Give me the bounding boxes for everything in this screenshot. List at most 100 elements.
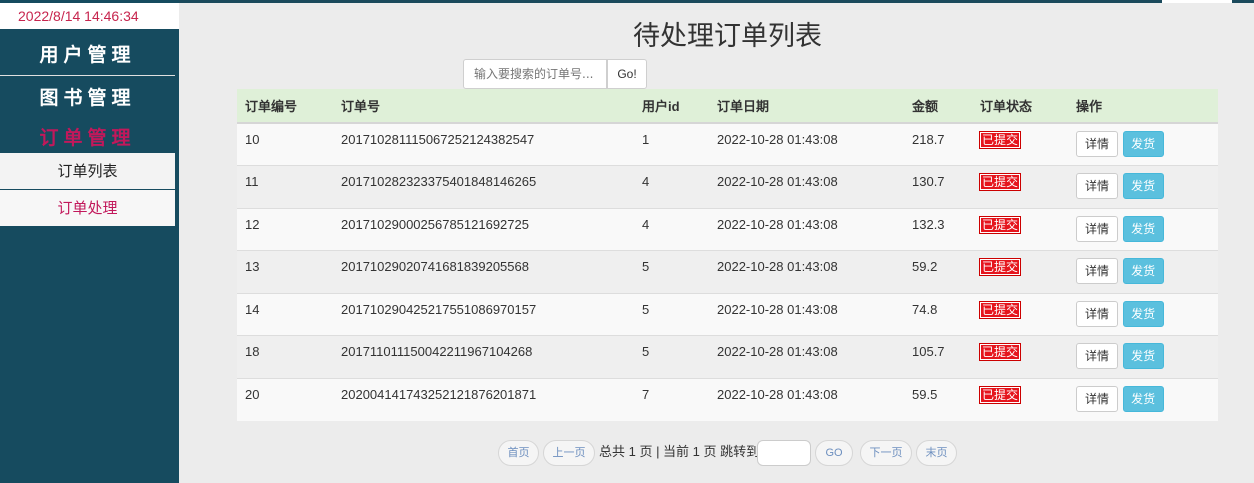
- cell-status: 已提交: [972, 335, 1068, 378]
- cell-order-id: 12: [237, 207, 333, 251]
- cell-order-id: 20: [237, 377, 333, 421]
- cell-order-id: 18: [237, 335, 333, 378]
- status-badge: 已提交: [978, 385, 1022, 404]
- cell-user-id: 1: [634, 122, 709, 166]
- ship-button[interactable]: 发货: [1122, 343, 1164, 369]
- cell-amount: 59.2: [904, 250, 972, 293]
- submenu-order-list[interactable]: 订单列表: [0, 153, 175, 189]
- status-badge: 已提交: [978, 173, 1022, 191]
- detail-button[interactable]: 详情: [1076, 300, 1118, 327]
- menu-order-management[interactable]: 订单管理: [0, 123, 175, 150]
- cell-order-id: 10: [237, 122, 333, 166]
- jump-page-input[interactable]: [757, 440, 811, 466]
- menu-user-management[interactable]: 用户管理: [0, 40, 175, 67]
- cell-amount: 105.7: [904, 335, 972, 378]
- cell-amount: 218.7: [904, 122, 972, 166]
- header-order-number: 订单号: [333, 89, 634, 124]
- cell-status: 已提交: [972, 250, 1068, 293]
- status-badge: 已提交: [978, 258, 1022, 276]
- page-title: 待处理订单列表: [633, 21, 822, 52]
- header-actions: 操作: [1068, 89, 1218, 124]
- header-status: 订单状态: [972, 89, 1068, 124]
- cell-actions: 详情 发货: [1068, 250, 1218, 293]
- cell-status: 已提交: [972, 122, 1068, 166]
- ship-button[interactable]: 发货: [1122, 173, 1164, 199]
- detail-button[interactable]: 详情: [1076, 173, 1118, 199]
- table-row: 12 20171029000256785121692725 4 2022-10-28 …: [237, 207, 1218, 251]
- table-row: 13 20171029020741681839205568 5 2022-10-28 …: [237, 250, 1218, 293]
- cell-order-number: 20171029000256785121692725: [333, 207, 634, 251]
- cell-order-date: 2022-10-28 01:43:08: [709, 207, 904, 251]
- table-row: 11 201710282323375401848146265 4 2022-10-28…: [237, 165, 1218, 208]
- header-order-date: 订单日期: [709, 89, 904, 124]
- detail-button[interactable]: 详情: [1076, 343, 1118, 369]
- search-go-button[interactable]: Go!: [607, 59, 647, 89]
- clock: 2022/8/14 14:46:34: [0, 3, 179, 29]
- detail-button[interactable]: 详情: [1076, 215, 1118, 242]
- prev-page-button[interactable]: 上一页: [543, 440, 595, 466]
- table-header-row: 订单编号 订单号 用户id 订单日期 金额 订单状态 操作: [237, 89, 1218, 124]
- top-border: [0, 0, 1254, 3]
- cell-amount: 130.7: [904, 165, 972, 208]
- cell-order-date: 2022-10-28 01:43:08: [709, 165, 904, 208]
- cell-actions: 详情 发货: [1068, 292, 1218, 336]
- cell-order-number: 202004141743252121876201871: [333, 377, 634, 421]
- submenu-order-processing[interactable]: 订单处理: [0, 190, 175, 226]
- cell-order-number: 201710281115067252124382547: [333, 122, 634, 166]
- menu-book-management[interactable]: 图书管理: [0, 83, 175, 110]
- cell-status: 已提交: [972, 165, 1068, 208]
- table-row: 18 201711011150042211967104268 5 2022-10-28…: [237, 335, 1218, 378]
- cell-order-id: 14: [237, 292, 333, 336]
- last-page-button[interactable]: 末页: [916, 440, 957, 466]
- cell-actions: 详情 发货: [1068, 165, 1218, 208]
- cell-user-id: 4: [634, 207, 709, 251]
- status-badge: 已提交: [978, 300, 1022, 319]
- header-user-id: 用户id: [634, 89, 709, 124]
- ship-button[interactable]: 发货: [1122, 131, 1164, 157]
- cell-status: 已提交: [972, 207, 1068, 251]
- cell-user-id: 5: [634, 335, 709, 378]
- ship-button[interactable]: 发货: [1122, 215, 1164, 242]
- sidebar: 2022/8/14 14:46:34 用户管理 图书管理 订单管理 订单列表 订…: [0, 0, 179, 483]
- detail-button[interactable]: 详情: [1076, 131, 1118, 157]
- cell-order-date: 2022-10-28 01:43:08: [709, 292, 904, 336]
- cell-order-number: 201711011150042211967104268: [333, 335, 634, 378]
- cell-order-date: 2022-10-28 01:43:08: [709, 122, 904, 166]
- cell-status: 已提交: [972, 377, 1068, 421]
- status-badge: 已提交: [978, 215, 1022, 234]
- cell-user-id: 5: [634, 292, 709, 336]
- menu-divider: [0, 75, 175, 76]
- cell-user-id: 4: [634, 165, 709, 208]
- status-badge: 已提交: [978, 131, 1022, 149]
- cell-amount: 132.3: [904, 207, 972, 251]
- ship-button[interactable]: 发货: [1122, 258, 1164, 284]
- cell-order-id: 13: [237, 250, 333, 293]
- table-row: 20 202004141743252121876201871 7 2022-10-28…: [237, 377, 1218, 421]
- cell-order-date: 2022-10-28 01:43:08: [709, 335, 904, 378]
- page-summary: 总共 1 页 | 当前 1 页 跳转到: [599, 444, 760, 459]
- cell-amount: 59.5: [904, 377, 972, 421]
- detail-button[interactable]: 详情: [1076, 385, 1118, 412]
- cell-order-number: 201710282323375401848146265: [333, 165, 634, 208]
- cell-order-number: 201710290425217551086970157: [333, 292, 634, 336]
- table-row: 14 201710290425217551086970157 5 2022-10-28…: [237, 292, 1218, 336]
- orders-table: 订单编号 订单号 用户id 订单日期 金额 订单状态 操作 10 20171028…: [237, 89, 1218, 421]
- search-input[interactable]: [463, 59, 607, 89]
- cell-actions: 详情 发货: [1068, 335, 1218, 378]
- cell-order-date: 2022-10-28 01:43:08: [709, 250, 904, 293]
- first-page-button[interactable]: 首页: [498, 440, 539, 466]
- top-right-tab: [1162, 0, 1232, 3]
- cell-user-id: 5: [634, 250, 709, 293]
- go-button[interactable]: GO: [815, 440, 853, 466]
- cell-order-date: 2022-10-28 01:43:08: [709, 377, 904, 421]
- table-row: 10 201710281115067252124382547 1 2022-10-28…: [237, 122, 1218, 166]
- cell-amount: 74.8: [904, 292, 972, 336]
- cell-user-id: 7: [634, 377, 709, 421]
- cell-actions: 详情 发货: [1068, 377, 1218, 421]
- detail-button[interactable]: 详情: [1076, 258, 1118, 284]
- ship-button[interactable]: 发货: [1122, 385, 1164, 412]
- next-page-button[interactable]: 下一页: [860, 440, 912, 466]
- ship-button[interactable]: 发货: [1122, 300, 1164, 327]
- cell-order-id: 11: [237, 165, 333, 208]
- cell-status: 已提交: [972, 292, 1068, 336]
